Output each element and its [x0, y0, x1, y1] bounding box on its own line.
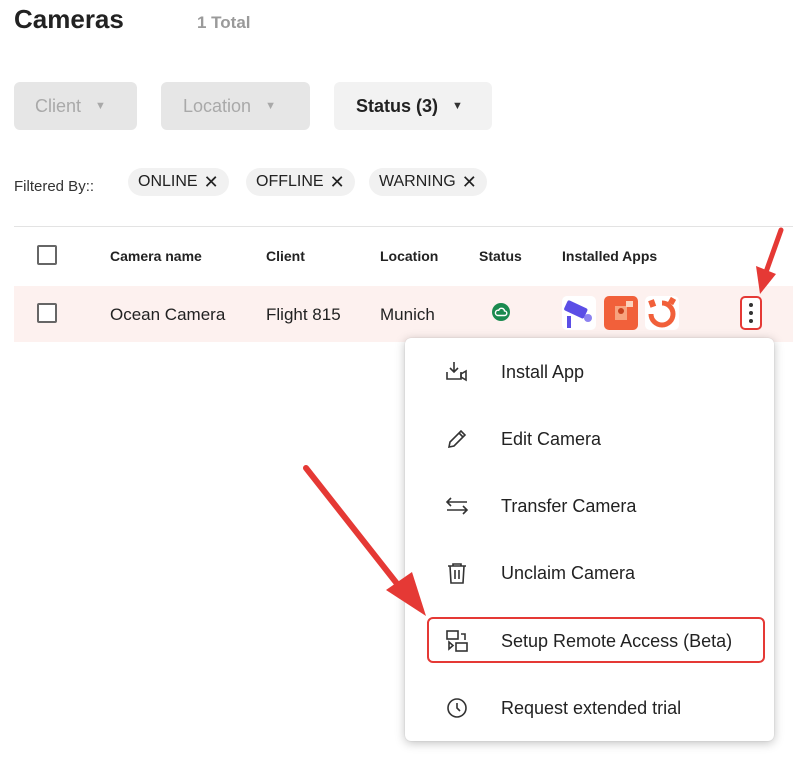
- chip-label: WARNING: [379, 173, 456, 190]
- column-header-camera-name[interactable]: Camera name: [110, 248, 202, 264]
- status-filter-label: Status (3): [356, 95, 439, 116]
- pencil-icon: [447, 429, 467, 449]
- camera-name-cell[interactable]: Ocean Camera: [110, 305, 225, 325]
- menu-item-request-extended-trial[interactable]: Request extended trial: [405, 682, 774, 734]
- column-header-installed-apps: Installed Apps: [562, 248, 658, 264]
- chip-label: OFFLINE: [256, 173, 324, 190]
- close-icon[interactable]: ✕: [462, 172, 477, 193]
- filter-chip-online[interactable]: ONLINE ✕: [128, 168, 229, 196]
- trash-icon: [448, 563, 466, 584]
- filter-chip-warning[interactable]: WARNING ✕: [369, 168, 487, 196]
- online-cloud-icon: [492, 303, 510, 321]
- caret-down-icon: ▼: [452, 100, 463, 112]
- client-filter-label: Client: [35, 95, 82, 116]
- total-count: 1 Total: [197, 13, 251, 32]
- location-filter-button[interactable]: Location ▼: [161, 82, 310, 130]
- menu-item-label: Unclaim Camera: [501, 562, 636, 583]
- caret-down-icon: ▼: [265, 100, 276, 112]
- menu-item-label: Edit Camera: [501, 428, 602, 449]
- client-filter-button[interactable]: Client ▼: [14, 82, 137, 130]
- clock-icon: [447, 698, 467, 718]
- table-top-divider: [14, 226, 793, 227]
- close-icon[interactable]: ✕: [204, 172, 219, 193]
- more-actions-kebab-icon[interactable]: [740, 296, 762, 330]
- filtered-by-label: Filtered By::: [14, 178, 95, 195]
- menu-item-install-app[interactable]: Install App: [405, 346, 774, 398]
- menu-item-edit-camera[interactable]: Edit Camera: [405, 413, 774, 465]
- camera-context-menu: Install App Edit Camera Transfer Camera …: [405, 338, 774, 741]
- caret-down-icon: ▼: [95, 100, 106, 112]
- column-header-client[interactable]: Client: [266, 248, 305, 264]
- page-title: Cameras: [14, 4, 124, 34]
- transfer-arrows-icon: [445, 497, 469, 515]
- face-detection-app-icon[interactable]: [604, 296, 638, 330]
- security-camera-app-icon[interactable]: [562, 296, 596, 330]
- annotation-arrow-icon: [756, 227, 784, 294]
- location-filter-label: Location: [183, 95, 252, 116]
- client-cell: Flight 815: [266, 305, 341, 324]
- menu-item-label: Transfer Camera: [501, 495, 637, 516]
- install-app-icon: [446, 362, 467, 382]
- close-icon[interactable]: ✕: [330, 172, 345, 193]
- menu-item-transfer-camera[interactable]: Transfer Camera: [405, 480, 774, 532]
- select-all-checkbox[interactable]: [37, 245, 57, 265]
- remote-access-highlight: [427, 617, 765, 663]
- chip-label: ONLINE: [138, 173, 198, 190]
- menu-item-unclaim-camera[interactable]: Unclaim Camera: [405, 547, 774, 599]
- status-filter-button[interactable]: Status (3) ▼: [334, 82, 492, 130]
- location-cell: Munich: [380, 305, 435, 324]
- column-header-location[interactable]: Location: [380, 248, 438, 264]
- menu-item-label: Request extended trial: [501, 697, 682, 718]
- filter-chip-offline[interactable]: OFFLINE ✕: [246, 168, 355, 196]
- sync-ring-app-icon[interactable]: [645, 296, 679, 330]
- menu-item-label: Install App: [501, 361, 585, 382]
- column-header-status[interactable]: Status: [479, 248, 522, 264]
- row-checkbox[interactable]: [37, 303, 57, 323]
- annotation-arrow-icon: [303, 465, 426, 616]
